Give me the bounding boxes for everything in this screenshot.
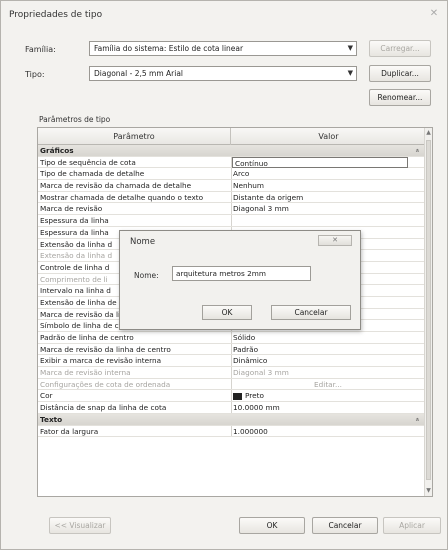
parameter-name: Tipo de sequência de cota: [40, 157, 136, 167]
color-swatch: [233, 392, 242, 400]
parameter-row[interactable]: Padrão de linha de centro Sólido: [38, 332, 426, 344]
collapse-icon[interactable]: »: [412, 417, 423, 421]
parameter-value[interactable]: 10.0000 mm: [233, 402, 423, 413]
parameter-name: Gráficos: [40, 146, 74, 155]
scrollbar-thumb[interactable]: [426, 140, 431, 480]
parameter-name: Configurações de cota de ordenada: [40, 379, 171, 389]
column-divider: [231, 390, 232, 402]
parameter-row[interactable]: Marca de revisão da linha de centro Padrã…: [38, 343, 426, 356]
chevron-down-icon: ▼: [347, 44, 353, 52]
parameter-name: Distância de snap da linha de cota: [40, 403, 167, 413]
color-name: Preto: [245, 391, 264, 401]
parameter-name: Marca de revisão: [40, 204, 103, 214]
parameter-name: Marca de revisão interna: [40, 368, 131, 378]
parameter-name: Espessura da linha: [40, 216, 109, 226]
parameter-name: Marca de revisão da chamada de detalhe: [40, 181, 192, 191]
type-label: Tipo:: [25, 70, 45, 79]
column-divider: [231, 332, 232, 343]
ok-button[interactable]: OK: [239, 517, 305, 534]
column-divider: [231, 355, 232, 367]
parameter-name: Fator da largura: [40, 426, 99, 436]
duplicate-button[interactable]: Duplicar...: [369, 65, 431, 82]
parameter-value[interactable]: Sólido: [233, 332, 423, 343]
type-select-value: Diagonal - 2,5 mm Arial: [94, 69, 183, 78]
parameter-row[interactable]: Distância de snap da linha de cota 10.000…: [38, 402, 426, 414]
column-divider: [231, 203, 232, 215]
column-divider: [231, 425, 232, 437]
column-divider: [231, 343, 232, 355]
name-dialog: Nome ✕ Nome: arquitetura metros 2mm OK C…: [119, 230, 361, 330]
family-select-value: Família do sistema: Estilo de cota linea…: [94, 44, 244, 53]
close-icon[interactable]: ✕: [427, 8, 441, 20]
parameter-name: Tipo de chamada de detalhe: [40, 169, 145, 179]
parameter-value[interactable]: 1.000000: [233, 426, 423, 437]
column-divider: [231, 180, 232, 191]
apply-button[interactable]: Aplicar: [383, 517, 441, 534]
parameter-row[interactable]: Espessura da linha: [38, 215, 426, 227]
preview-button[interactable]: << Visualizar: [49, 517, 111, 534]
column-divider: [231, 378, 232, 390]
group-header[interactable]: Gráficos »: [38, 145, 426, 157]
column-header-value: Valor: [318, 132, 339, 141]
dialog-cancel-button[interactable]: Cancelar: [271, 305, 351, 320]
rename-button[interactable]: Renomear...: [369, 89, 431, 106]
chevron-down-icon: ▼: [347, 69, 353, 77]
cancel-button[interactable]: Cancelar: [312, 517, 378, 534]
title-bar: Propriedades de tipo ✕: [1, 1, 447, 27]
parameter-value[interactable]: Diagonal 3 mm: [233, 203, 423, 214]
group-header[interactable]: Texto »: [38, 413, 426, 426]
column-divider: [231, 168, 232, 180]
parameter-row[interactable]: Mostrar chamada de detalhe quando o text…: [38, 191, 426, 204]
parameter-name: Marca de revisão da linha de centro: [40, 344, 171, 354]
parameter-row[interactable]: Marca de revisão interna Diagonal 3 mm: [38, 367, 426, 379]
column-divider: [231, 367, 232, 378]
parameter-row[interactable]: Exibir a marca de revisão interna Dinâmic…: [38, 355, 426, 368]
parameter-row[interactable]: Configurações de cota de ordenada Editar.…: [38, 378, 426, 391]
parameter-value[interactable]: Dinâmico: [233, 355, 423, 366]
type-parameters-label: Parâmetros de tipo: [39, 115, 111, 124]
parameter-value[interactable]: Diagonal 3 mm: [233, 367, 423, 378]
scroll-down-icon[interactable]: ▼: [425, 486, 432, 496]
column-divider: [231, 402, 232, 413]
type-properties-window: Propriedades de tipo ✕ Família: Família …: [0, 0, 448, 550]
parameter-row[interactable]: Tipo de sequência de cota Contínuo: [38, 156, 426, 169]
parameter-value[interactable]: Padrão: [233, 344, 423, 355]
parameter-name: Texto: [40, 414, 63, 424]
parameter-row[interactable]: Marca de revisão Diagonal 3 mm: [38, 203, 426, 216]
family-select[interactable]: Família do sistema: Estilo de cota linea…: [89, 41, 357, 56]
type-select[interactable]: Diagonal - 2,5 mm Arial ▼: [89, 66, 357, 81]
parameter-row[interactable]: Marca de revisão da chamada de detalhe Ne…: [38, 180, 426, 192]
column-divider: [231, 191, 232, 203]
parameter-name: Padrão de linha de centro: [40, 333, 134, 342]
parameter-value[interactable]: Contínuo: [232, 156, 408, 168]
parameter-row[interactable]: Cor Preto: [38, 390, 426, 403]
column-divider: [231, 215, 232, 226]
parameter-name: Mostrar chamada de detalhe quando o text…: [40, 192, 204, 202]
family-label: Família:: [25, 45, 56, 54]
parameter-row[interactable]: Tipo de chamada de detalhe Arco: [38, 168, 426, 181]
name-dialog-title: Nome: [130, 237, 156, 247]
parameter-value[interactable]: Arco: [233, 168, 423, 179]
load-button[interactable]: Carregar...: [369, 40, 431, 57]
parameter-row[interactable]: Fator da largura 1.000000: [38, 425, 426, 438]
collapse-icon[interactable]: »: [412, 148, 423, 152]
scroll-up-icon[interactable]: ▲: [425, 128, 432, 138]
grid-header: Parâmetro Valor: [38, 128, 426, 145]
name-input[interactable]: arquitetura metros 2mm: [172, 266, 311, 281]
dialog-ok-button[interactable]: OK: [202, 305, 252, 320]
parameter-name: Cor: [40, 391, 53, 401]
column-header-parameter: Parâmetro: [38, 128, 231, 145]
vertical-scrollbar[interactable]: ▲ ▼: [424, 128, 432, 496]
close-icon[interactable]: ✕: [318, 235, 352, 246]
parameter-value[interactable]: Nenhum: [233, 180, 423, 191]
parameter-name: Exibir a marca de revisão interna: [40, 356, 162, 366]
edit-button[interactable]: Editar...: [233, 379, 423, 390]
window-title: Propriedades de tipo: [9, 10, 103, 20]
parameter-value[interactable]: Preto: [233, 390, 423, 401]
parameter-value[interactable]: Distante da origem: [233, 192, 423, 203]
name-label: Nome:: [134, 271, 159, 280]
